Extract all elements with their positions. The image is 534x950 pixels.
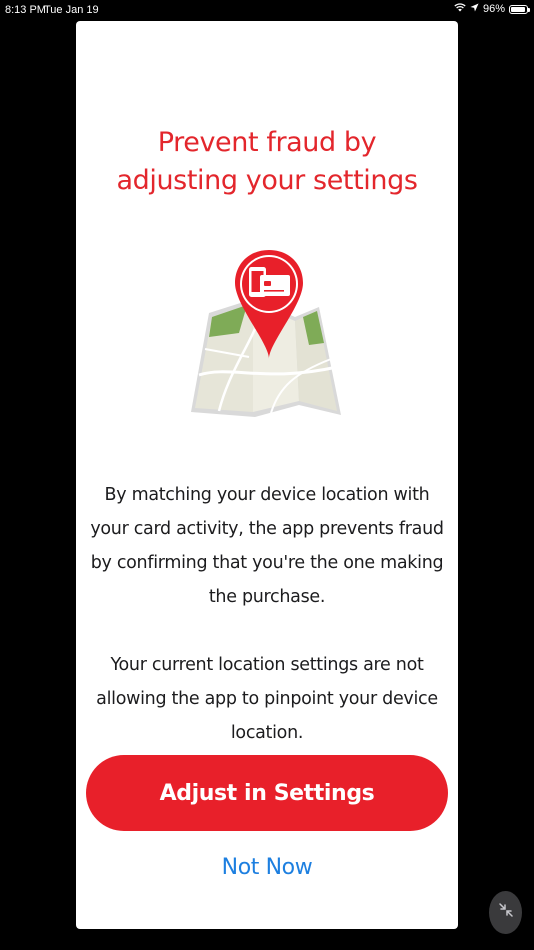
status-time: 8:13 PM — [5, 4, 46, 16]
collapse-arrows-icon — [498, 902, 514, 923]
status-bar: 8:13 PM Tue Jan 19 96% — [0, 0, 534, 20]
battery-icon — [509, 4, 530, 14]
location-permission-modal: Prevent fraud by adjusting your settings — [76, 21, 458, 929]
battery-percent: 96% — [482, 3, 505, 15]
map-location-pin-icon — [191, 247, 343, 419]
not-now-button[interactable]: Not Now — [76, 855, 458, 880]
location-status-paragraph: Your current location settings are not a… — [96, 655, 438, 743]
modal-title: Prevent fraud by adjusting your settings — [116, 127, 418, 196]
battery-fill — [511, 6, 526, 12]
status-right: 96% — [454, 3, 530, 15]
wifi-icon — [454, 3, 466, 15]
description-paragraph: By matching your device location with yo… — [90, 485, 444, 607]
location-arrow-icon — [470, 3, 479, 15]
collapse-button[interactable] — [489, 891, 522, 934]
status-date: Tue Jan 19 — [44, 4, 99, 16]
screen: 8:13 PM Tue Jan 19 96% Prevent fraud by … — [0, 0, 534, 950]
adjust-in-settings-button[interactable]: Adjust in Settings — [86, 755, 448, 831]
